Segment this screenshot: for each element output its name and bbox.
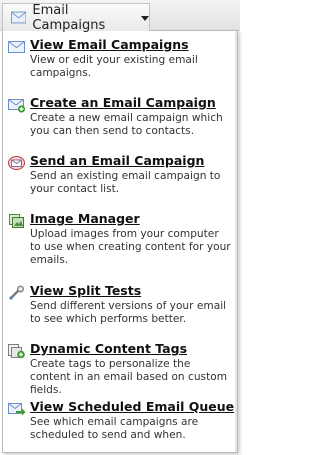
email-campaigns-menu-button[interactable]: Email Campaigns	[2, 2, 150, 33]
split-test-icon	[9, 285, 24, 300]
email-campaigns-dropdown: Email Campaigns View Email Campaigns Vie…	[0, 0, 240, 455]
menu-item-desc: Create tags to personalize the content i…	[30, 358, 228, 396]
caret-down-icon	[141, 16, 149, 21]
scheduled-queue-icon	[8, 403, 26, 416]
menu-item-title[interactable]: Send an Email Campaign	[30, 153, 231, 169]
menu-item-view-email-campaigns[interactable]: View Email Campaigns View or edit your e…	[3, 35, 237, 93]
menu-item-title[interactable]: View Email Campaigns	[30, 37, 231, 53]
dropdown-menu: View Email Campaigns View or edit your e…	[2, 30, 238, 453]
menu-button-label: Email Campaigns	[32, 2, 106, 33]
envelope-add-icon	[8, 99, 26, 113]
menu-item-create-email-campaign[interactable]: Create an Email Campaign Create a new em…	[3, 93, 237, 151]
menu-item-send-email-campaign[interactable]: Send an Email Campaign Send an existing …	[3, 151, 237, 209]
menu-item-title[interactable]: View Split Tests	[30, 283, 231, 299]
envelope-send-icon	[8, 156, 25, 170]
menu-item-desc: Create a new email campaign which you ca…	[30, 112, 223, 137]
menu-item-title[interactable]: Create an Email Campaign	[30, 95, 231, 111]
menu-item-desc: See which email campaigns are scheduled …	[30, 416, 199, 441]
menu-item-title[interactable]: Dynamic Content Tags	[30, 341, 231, 357]
menu-item-view-scheduled-email-queue[interactable]: View Scheduled Email Queue See which ema…	[3, 397, 237, 453]
menu-edge	[235, 31, 237, 452]
envelope-icon	[11, 11, 27, 24]
menu-item-title[interactable]: Image Manager	[30, 211, 231, 227]
menu-item-image-manager[interactable]: Image Manager Upload images from your co…	[3, 209, 237, 281]
menu-item-desc: Send different versions of your email to…	[30, 300, 227, 325]
menu-item-desc: Send an existing email campaign to your …	[30, 170, 221, 195]
menu-item-desc: View or edit your existing email campaig…	[30, 54, 198, 79]
menu-item-desc: Upload images from your computer to use …	[30, 228, 231, 266]
menu-item-dynamic-content-tags[interactable]: Dynamic Content Tags Create tags to pers…	[3, 339, 237, 397]
menu-item-view-split-tests[interactable]: View Split Tests Send different versions…	[3, 281, 237, 339]
menu-item-title[interactable]: View Scheduled Email Queue	[30, 399, 234, 415]
dynamic-content-icon	[8, 344, 25, 359]
image-manager-icon	[9, 214, 24, 228]
envelope-icon	[8, 41, 25, 53]
